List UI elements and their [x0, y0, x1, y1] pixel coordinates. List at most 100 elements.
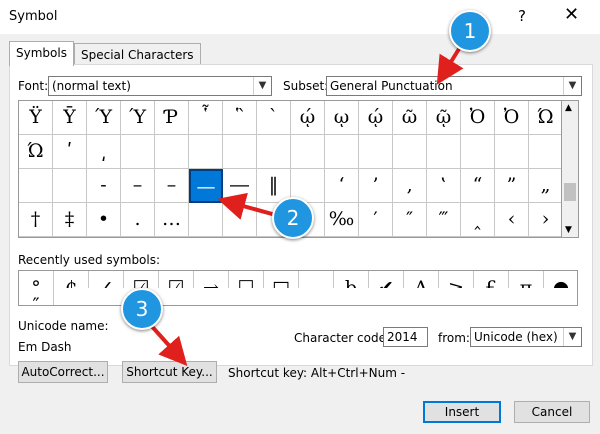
symbol-cell[interactable]: Ὀ: [461, 101, 495, 135]
symbol-cell[interactable]: ῝: [223, 101, 257, 135]
recent-symbol-cell[interactable]: □: [264, 271, 299, 288]
symbol-cell[interactable]: [427, 135, 461, 169]
chevron-down-icon: ▼: [563, 328, 581, 346]
symbol-cell[interactable]: ῴ: [291, 101, 325, 135]
subset-value: General Punctuation: [330, 79, 453, 93]
recent-symbol-cell[interactable]: ✔: [369, 271, 404, 288]
recent-symbol-cell[interactable]: ☑: [124, 271, 159, 288]
recent-symbol-cell[interactable]: ″: [19, 288, 54, 305]
symbol-cell[interactable]: Ȳ: [53, 101, 87, 135]
symbol-cell[interactable]: [257, 135, 291, 169]
symbol-cell[interactable]: [325, 135, 359, 169]
unicode-name-label: Unicode name:: [18, 319, 109, 333]
help-icon[interactable]: ?: [518, 7, 526, 25]
symbol-cell[interactable]: ‚: [393, 169, 427, 203]
character-code-label: Character code:: [294, 331, 391, 345]
symbol-cell[interactable]: †: [19, 203, 53, 237]
symbol-cell[interactable]: [121, 135, 155, 169]
recent-symbol-cell[interactable]: °: [19, 271, 54, 288]
symbol-cell[interactable]: [189, 135, 223, 169]
symbol-cell[interactable]: „: [529, 169, 561, 203]
symbol-cell[interactable]: [155, 135, 189, 169]
symbol-cell[interactable]: [359, 135, 393, 169]
symbol-cell[interactable]: Ώ: [529, 101, 561, 135]
recent-symbol-cell[interactable]: ☑: [159, 271, 194, 288]
symbol-cell[interactable]: ‡: [53, 203, 87, 237]
symbol-cell[interactable]: “: [461, 169, 495, 203]
symbol-cell[interactable]: ―: [223, 169, 257, 203]
recent-symbol-cell[interactable]: ≥: [439, 271, 474, 288]
symbol-cell[interactable]: [291, 135, 325, 169]
symbol-cell[interactable]: Ÿ: [19, 101, 53, 135]
symbol-cell[interactable]: Ύ: [121, 101, 155, 135]
autocorrect-button[interactable]: AutoCorrect...: [18, 361, 108, 383]
symbol-cell[interactable]: ῟: [189, 101, 223, 135]
symbol-cell[interactable]: –: [121, 169, 155, 203]
symbol-cell[interactable]: ’: [359, 169, 393, 203]
symbol-cell[interactable]: [223, 203, 257, 237]
tab-symbols[interactable]: Symbols: [9, 41, 74, 66]
symbol-cell[interactable]: ͵: [87, 135, 121, 169]
symbol-grid-scrollbar[interactable]: ▲ ▼: [562, 100, 579, 238]
symbol-cell[interactable]: ‘: [325, 169, 359, 203]
symbol-cell[interactable]: ‴: [427, 203, 461, 237]
recent-symbol-cell[interactable]: ✓: [89, 271, 124, 288]
close-icon[interactable]: ✕: [564, 4, 579, 25]
recent-symbol-cell[interactable]: π: [509, 271, 544, 288]
symbol-cell[interactable]: [19, 169, 53, 203]
cancel-button[interactable]: Cancel: [514, 401, 590, 423]
from-value: Unicode (hex): [474, 330, 558, 344]
symbol-cell[interactable]: `: [257, 101, 291, 135]
scroll-thumb[interactable]: [564, 183, 576, 201]
symbol-cell[interactable]: Ƥ: [155, 101, 189, 135]
symbol-cell[interactable]: …: [155, 203, 189, 237]
symbol-cell[interactable]: [461, 135, 495, 169]
symbol-cell[interactable]: [53, 169, 87, 203]
recent-symbol-cell[interactable]: →: [194, 271, 229, 288]
recent-symbol-cell[interactable]: þ: [334, 271, 369, 288]
recent-symbol-cell[interactable]: ₵: [54, 271, 89, 288]
symbol-cell[interactable]: Ώ: [19, 135, 53, 169]
symbol-cell[interactable]: [495, 135, 529, 169]
unicode-name-value: Em Dash: [18, 340, 72, 354]
symbol-cell[interactable]: ”: [495, 169, 529, 203]
symbol-cell[interactable]: [393, 135, 427, 169]
symbol-cell[interactable]: Ύ: [87, 101, 121, 135]
font-dropdown[interactable]: (normal text) ▼: [48, 76, 272, 96]
symbol-cell[interactable]: ῳ: [325, 101, 359, 135]
symbol-cell-selected[interactable]: —: [189, 169, 223, 203]
symbol-cell[interactable]: ‛: [427, 169, 461, 203]
scroll-up-icon[interactable]: ▲: [565, 103, 572, 113]
symbol-cell[interactable]: [529, 135, 561, 169]
recent-symbol-cell[interactable]: £: [474, 271, 509, 288]
recent-symbol-cell[interactable]: [299, 271, 334, 288]
subset-dropdown[interactable]: General Punctuation ▼: [326, 76, 582, 96]
character-code-input[interactable]: 2014: [383, 327, 428, 347]
symbol-cell[interactable]: ․: [121, 203, 155, 237]
insert-button[interactable]: Insert: [423, 401, 501, 423]
symbol-cell[interactable]: [189, 203, 223, 237]
symbol-cell[interactable]: ῴ: [359, 101, 393, 135]
symbol-cell[interactable]: –: [155, 169, 189, 203]
symbol-cell[interactable]: ′: [359, 203, 393, 237]
symbol-cell[interactable]: •: [87, 203, 121, 237]
recent-symbols-grid[interactable]: ° ₵ ✓ ☑ ☑ → ☐ □ þ ✔ Δ ≥ £ π ● ″: [18, 270, 578, 306]
tab-special-characters[interactable]: Special Characters: [74, 43, 201, 66]
symbol-cell[interactable]: ʹ: [53, 135, 87, 169]
symbol-cell[interactable]: ‐: [87, 169, 121, 203]
symbol-cell[interactable]: ‹: [495, 203, 529, 237]
symbol-cell[interactable]: ″: [393, 203, 427, 237]
symbol-cell[interactable]: [223, 135, 257, 169]
shortcut-key-button[interactable]: Shortcut Key...: [122, 361, 217, 383]
from-dropdown[interactable]: Unicode (hex) ▼: [470, 327, 582, 347]
recent-symbol-cell[interactable]: ☐: [229, 271, 264, 288]
recent-symbol-cell[interactable]: Δ: [404, 271, 439, 288]
symbol-cell[interactable]: ῶ: [393, 101, 427, 135]
symbol-cell[interactable]: Ὀ: [495, 101, 529, 135]
symbol-cell[interactable]: ῷ: [427, 101, 461, 135]
symbol-cell[interactable]: ‸: [461, 203, 495, 237]
recent-symbol-cell[interactable]: ●: [544, 271, 577, 288]
symbol-cell[interactable]: ›: [529, 203, 561, 237]
symbol-cell[interactable]: ‰: [325, 203, 359, 237]
scroll-down-icon[interactable]: ▼: [565, 225, 572, 235]
